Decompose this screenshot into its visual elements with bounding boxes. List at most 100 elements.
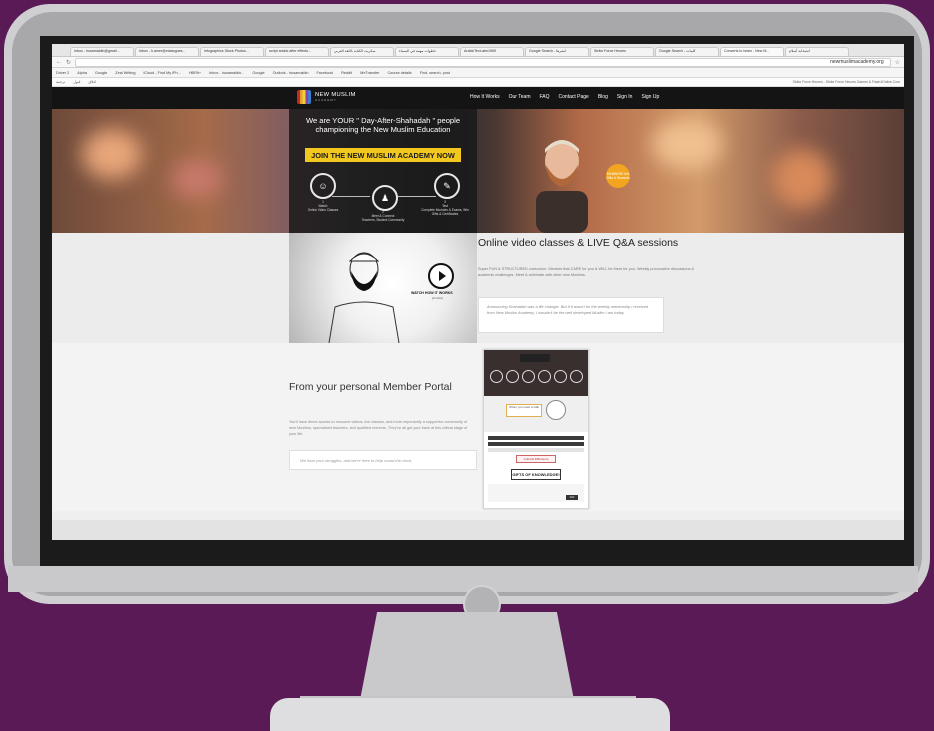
url-bar: ← ↻ newmuslimacademy.org ☆ bbox=[52, 57, 904, 68]
intro-video[interactable]: WATCH HOW IT WORKS (2 mins) bbox=[289, 233, 477, 343]
bookmark-item[interactable]: Driver 2 bbox=[56, 71, 69, 75]
step-1-label: 1 Watch Online Video Classes bbox=[298, 200, 348, 212]
logo-icon bbox=[297, 90, 311, 104]
bookmark-item[interactable]: iCloud - Find My iPh... bbox=[143, 71, 180, 75]
browser-window: Inbox - husamaldin@gmail... Inbox - h.am… bbox=[52, 44, 904, 540]
site-logo[interactable]: NEW MUSLIM ACADEMY bbox=[297, 90, 356, 104]
play-icon[interactable] bbox=[428, 263, 454, 289]
browser-tab[interactable]: Google Search - كلمات bbox=[655, 47, 719, 56]
tab-strip: Inbox - husamaldin@gmail... Inbox - h.am… bbox=[52, 44, 904, 57]
browser-tab[interactable]: ArabicText-abn1969 bbox=[460, 47, 524, 56]
hero-title-line2: championing the New Muslim Education bbox=[315, 125, 451, 134]
step-desc: Online Video Classes bbox=[307, 208, 339, 212]
menu-sign-in[interactable]: Sign In bbox=[617, 94, 633, 100]
browser-tab[interactable]: انصحابة أسلام bbox=[785, 47, 849, 56]
section2-text: Super FUN & STRUCTURED curriculum. Mento… bbox=[478, 267, 695, 277]
portal-title: From your personal Member Portal bbox=[289, 381, 452, 393]
step-2-label: 2 Meet & Connect Teachers, Student Commu… bbox=[358, 210, 408, 222]
bookmark-item[interactable]: HBPA+ bbox=[189, 71, 201, 75]
menu-how-it-works[interactable]: How It Works bbox=[470, 94, 500, 100]
menu-contact[interactable]: Contact Page bbox=[559, 94, 589, 100]
step-connector bbox=[398, 196, 436, 197]
browser-tab[interactable]: Infographics Stock Photos... bbox=[200, 47, 264, 56]
bookmarks-bar: Driver 2 Alpha Google Zeal Writing iClou… bbox=[52, 68, 904, 78]
bookmark-item[interactable]: Facebook bbox=[316, 71, 333, 75]
community-icon: ♟ bbox=[372, 185, 398, 211]
tooltip: Strike Force Heroes - Strike Force Heroe… bbox=[792, 80, 900, 84]
page-footer-strip bbox=[52, 520, 904, 540]
bookmark-item[interactable]: Course details bbox=[387, 71, 411, 75]
steps-diagram: ☺ ♟ ✎ 1 Watch Online Video Classes 2 Mee… bbox=[298, 171, 469, 223]
video-section: WATCH HOW IT WORKS (2 mins) Online video… bbox=[52, 233, 904, 343]
student-photo bbox=[536, 140, 588, 233]
preview-row bbox=[488, 442, 584, 446]
bookmark-item[interactable]: Inbox - husamaldin... bbox=[209, 71, 244, 75]
circle-icon bbox=[554, 370, 567, 383]
browser-tab-active[interactable]: Converts to Islam - New M... bbox=[720, 47, 784, 56]
logo-sub: ACADEMY bbox=[315, 98, 337, 102]
address-input[interactable]: newmuslimacademy.org bbox=[75, 57, 891, 67]
preview-icons bbox=[490, 370, 583, 383]
join-academy-button[interactable]: JOIN THE NEW MUSLIM ACADEMY NOW bbox=[305, 148, 461, 162]
test-icon: ✎ bbox=[434, 173, 460, 199]
monitor-stand-neck bbox=[360, 612, 574, 700]
circle-icon bbox=[538, 370, 551, 383]
portal-quote: We hear your struggles, and we're here t… bbox=[289, 450, 477, 470]
bookmark-item[interactable]: Reddit bbox=[341, 71, 352, 75]
bookmark-item[interactable]: MeTransfer bbox=[360, 71, 379, 75]
menu-faq[interactable]: FAQ bbox=[540, 94, 550, 100]
menu-our-team[interactable]: Our Team bbox=[509, 94, 531, 100]
infobar-button[interactable]: اغلاق bbox=[89, 80, 97, 84]
monitor-stand-base bbox=[270, 698, 670, 731]
bookmark-item[interactable]: Google bbox=[252, 71, 264, 75]
watch-duration: (2 mins) bbox=[432, 296, 443, 300]
circle-icon bbox=[490, 370, 503, 383]
browser-tab[interactable]: سكربت الكتابة باللغة العربي bbox=[330, 47, 394, 56]
bookmark-item[interactable]: Google bbox=[95, 71, 107, 75]
main-menu: How It Works Our Team FAQ Contact Page B… bbox=[470, 94, 659, 100]
preview-header bbox=[484, 350, 588, 396]
preview-button: Cultural Difference bbox=[516, 455, 556, 463]
step-connector bbox=[332, 196, 370, 197]
browser-tab[interactable]: خطوات مهمة في السماء bbox=[395, 47, 459, 56]
browser-tab[interactable]: Google Search - انشرها bbox=[525, 47, 589, 56]
preview-avatar bbox=[546, 400, 566, 420]
reload-icon[interactable]: ↻ bbox=[66, 59, 71, 66]
step-desc: Teachers, Student Community bbox=[361, 218, 405, 222]
infobar-button[interactable]: قبول bbox=[73, 80, 80, 84]
browser-tab[interactable]: script arabic after effects... bbox=[265, 47, 329, 56]
watch-icon: ☺ bbox=[310, 173, 336, 199]
monitor-chin bbox=[8, 566, 918, 592]
hero-title: We are YOUR " Day-After-Shahadah " peopl… bbox=[289, 116, 477, 134]
browser-tab[interactable]: Inbox - h.amer@edalogues... bbox=[135, 47, 199, 56]
back-icon[interactable]: ← bbox=[56, 59, 62, 65]
bookmark-item[interactable]: Find, search, post bbox=[420, 71, 450, 75]
site-navbar: NEW MUSLIM ACADEMY How It Works Our Team… bbox=[52, 87, 904, 109]
bookmark-item[interactable]: Outlook - husamaldin bbox=[273, 71, 309, 75]
members-badge: MEMBERS Get Gifts & Rewards bbox=[606, 164, 630, 188]
bokeh-light bbox=[772, 149, 832, 209]
menu-blog[interactable]: Blog bbox=[598, 94, 608, 100]
bokeh-light bbox=[82, 129, 142, 179]
preview-gift-banner: GIFTS OF KNOWLEDGE! bbox=[511, 469, 561, 480]
infobar-button[interactable]: ترجمة bbox=[56, 80, 65, 84]
circle-icon bbox=[506, 370, 519, 383]
portal-preview: When you need to talk Cultural Differenc… bbox=[483, 349, 589, 509]
preview-go-button: GO bbox=[566, 495, 578, 500]
testimonial-quote: Announcing Shahadah was a life changer. … bbox=[478, 297, 664, 333]
translate-infobar: ترجمة قبول اغلاق Strike Force Heroes - S… bbox=[52, 78, 904, 87]
browser-tab[interactable]: Strike Force Heroes bbox=[590, 47, 654, 56]
preview-middle: When you need to talk bbox=[484, 396, 588, 432]
hero-banner: We are YOUR " Day-After-Shahadah " peopl… bbox=[52, 109, 904, 233]
bokeh-light bbox=[652, 119, 722, 169]
preview-logo bbox=[520, 354, 550, 362]
menu-sign-up[interactable]: Sign Up bbox=[641, 94, 659, 100]
star-icon[interactable]: ☆ bbox=[895, 59, 900, 66]
bookmark-item[interactable]: Alpha bbox=[77, 71, 87, 75]
bokeh-light bbox=[172, 159, 222, 199]
portal-section: From your personal Member Portal You'll … bbox=[52, 343, 904, 511]
preview-row bbox=[488, 448, 584, 452]
bookmark-item[interactable]: Zeal Writing bbox=[115, 71, 135, 75]
preview-talk-box: When you need to talk bbox=[506, 404, 542, 417]
browser-tab[interactable]: Inbox - husamaldin@gmail... bbox=[70, 47, 134, 56]
